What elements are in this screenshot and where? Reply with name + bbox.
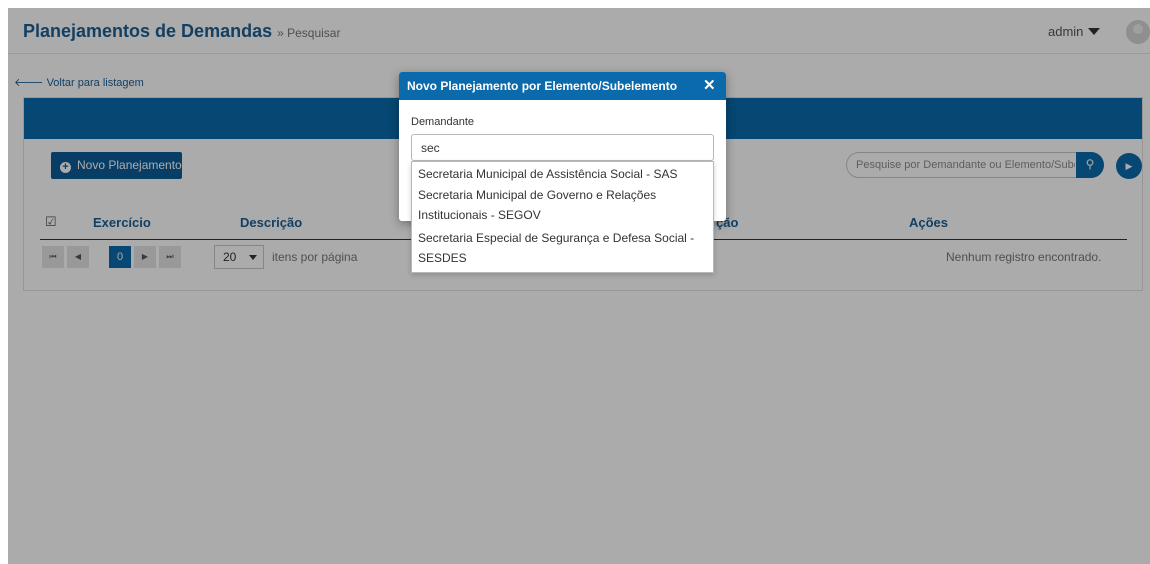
option-line: Secretaria Especial de Segurança e Defes… <box>418 231 695 245</box>
option-line: Institucionais - SEGOV <box>418 208 541 222</box>
option-line: SESDES <box>418 251 467 265</box>
modal-title: Novo Planejamento por Elemento/Subelemen… <box>407 79 678 93</box>
demandante-input[interactable] <box>411 134 714 161</box>
option-line: Secretaria Municipal de Governo e Relaçõ… <box>418 188 657 202</box>
modal-header: Novo Planejamento por Elemento/Subelemen… <box>399 72 726 100</box>
autocomplete-option[interactable]: Secretaria Municipal de Governo e Relaçõ… <box>418 185 710 225</box>
demandante-label: Demandante <box>411 116 474 128</box>
autocomplete-dropdown: Secretaria Municipal de Assistência Soci… <box>411 161 714 273</box>
autocomplete-option[interactable]: Secretaria Especial de Segurança e Defes… <box>418 228 710 268</box>
app-window: Planejamentos de Demandas » Pesquisar ad… <box>8 8 1150 564</box>
close-icon[interactable]: ✕ <box>703 76 716 94</box>
autocomplete-option[interactable]: Secretaria Municipal de Assistência Soci… <box>418 164 710 184</box>
option-line: Secretaria Municipal de Assistência Soci… <box>418 167 678 181</box>
